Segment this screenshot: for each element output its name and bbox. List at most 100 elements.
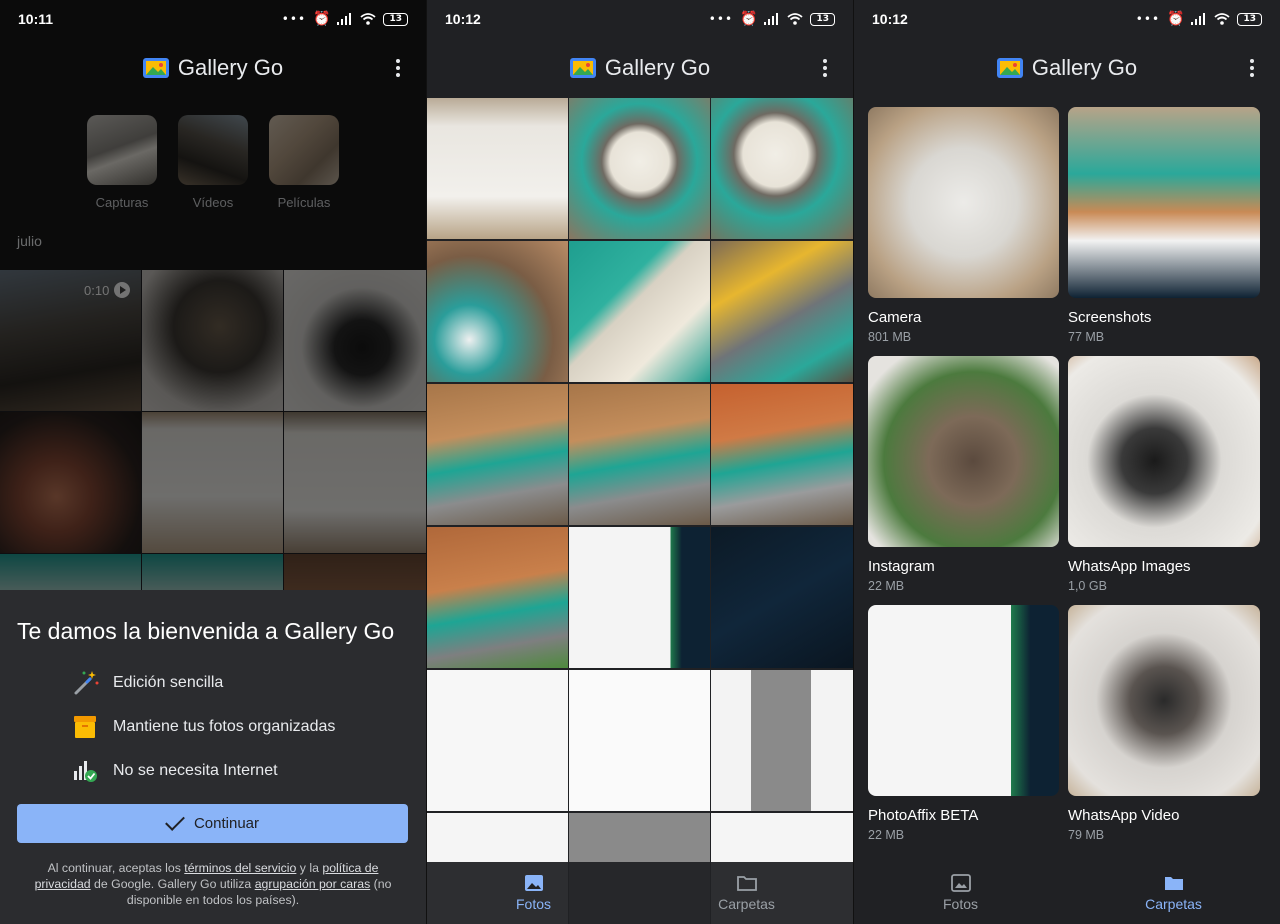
folder-icon [736,876,757,891]
status-time: 10:12 [445,11,481,27]
photo-thumbnail[interactable] [569,241,710,382]
screenshot-thumbnail[interactable] [569,527,710,668]
folder-whatsapp-images[interactable]: WhatsApp Images 1,0 GB [1068,356,1260,605]
category-thumbnail [178,115,248,185]
category-row: Capturas Vídeos Películas [0,115,426,210]
video-duration: 0:10 [84,282,131,298]
feature-organize: Mantiene tus fotos organizadas [17,713,409,740]
photo-thumbnail[interactable] [711,98,853,239]
continue-button[interactable]: Continuar [17,804,408,843]
photo-thumbnail[interactable] [569,384,710,525]
nav-photos-label: Fotos [515,896,551,912]
category-label: Películas [277,195,331,210]
more-options-icon[interactable] [388,58,408,78]
folder-name: Camera [868,309,922,326]
screenshot-thumbnail[interactable] [569,670,710,811]
photo-icon [524,875,543,891]
folder-instagram[interactable]: Instagram 22 MB [868,356,1059,605]
nav-photos-label: Fotos [942,896,978,912]
folder-thumbnail [868,605,1059,796]
folder-size: 79 MB [1068,828,1105,842]
app-title: Gallery Go [177,55,284,80]
screenshot-thumbnail[interactable] [427,670,568,811]
category-videos[interactable]: Vídeos [178,115,248,210]
photo-thumbnail[interactable] [0,412,141,553]
category-thumbnail [87,115,157,185]
continue-label: Continuar [193,815,260,832]
nav-photos[interactable]: Fotos [854,862,1067,924]
folder-photoaffix-beta[interactable]: PhotoAffix BETA 22 MB [868,605,1059,854]
alarm-icon: ⏰ [740,11,758,27]
photo-thumbnail[interactable] [142,412,283,553]
category-label: Vídeos [192,195,234,210]
folder-camera[interactable]: Camera 801 MB [868,107,1059,356]
more-options-icon[interactable] [815,58,835,78]
folder-screenshots[interactable]: Screenshots 77 MB [1068,107,1260,356]
category-capturas[interactable]: Capturas [87,115,157,210]
magic-wand-icon [74,671,99,695]
photo-thumbnail[interactable] [284,270,426,411]
folder-thumbnail [868,356,1059,547]
gallery-go-logo-icon [569,58,596,78]
terms-link[interactable]: términos del servicio [184,861,296,875]
face-grouping-link[interactable]: agrupación por caras [255,877,371,891]
legal-text-part: de Google. Gallery Go utiliza [90,877,255,891]
wifi-icon [787,13,804,25]
category-peliculas[interactable]: Películas [269,115,339,210]
screenshot-thumbnail[interactable] [711,670,853,811]
photo-thumbnail[interactable] [284,412,426,553]
more-notifications-icon: ••• [708,12,734,26]
nav-folders[interactable]: Carpetas [1067,862,1280,924]
status-time: 10:11 [18,11,54,27]
status-icons: ••• ⏰ 13 [282,11,408,27]
battery-icon: 13 [383,12,408,26]
photo-thumbnail[interactable] [711,241,853,382]
legal-text-part: Al continuar, aceptas los [47,861,185,875]
folder-name: Instagram [868,558,935,575]
app-bar: Gallery Go [854,38,1280,98]
status-icons: ••• ⏰ 13 [709,11,835,27]
legal-text: Al continuar, aceptas los términos del s… [30,860,396,908]
folder-size: 77 MB [1068,330,1105,344]
photo-thumbnail[interactable] [142,270,283,411]
photo-thumbnail[interactable] [427,384,568,525]
signal-icon [764,13,779,25]
video-thumbnail[interactable]: 0:10 [0,270,141,411]
category-label: Capturas [95,195,149,210]
legal-text-part: y la [296,861,323,875]
folder-name: Screenshots [1068,309,1152,326]
status-bar: 10:12 ••• ⏰ 13 [427,0,853,38]
gallery-go-logo-icon [996,58,1023,78]
status-bar: 10:11 ••• ⏰ 13 [0,0,426,38]
photo-thumbnail[interactable] [427,98,568,239]
month-header: julio [17,233,42,249]
map-screenshot-thumbnail[interactable] [711,527,853,668]
folder-size: 22 MB [868,579,905,593]
photo-thumbnail[interactable] [427,241,568,382]
status-time: 10:12 [872,11,908,27]
feature-text: No se necesita Internet [113,761,278,779]
photo-thumbnail[interactable] [569,98,710,239]
photo-thumbnail[interactable] [711,384,853,525]
app-bar: Gallery Go [0,38,426,98]
bottom-navigation: Fotos Carpetas [427,862,853,924]
wifi-icon [360,13,377,25]
organize-box-icon [74,716,96,738]
duration-text: 0:10 [84,282,110,298]
folder-icon [1164,877,1183,890]
signal-icon [1191,13,1206,25]
folders-screen: 10:12 ••• ⏰ 13 Gallery Go Camera 801 MB … [853,0,1280,924]
folder-whatsapp-video[interactable]: WhatsApp Video 79 MB [1068,605,1260,854]
more-options-icon[interactable] [1242,58,1262,78]
photo-thumbnail[interactable] [427,527,568,668]
status-bar: 10:12 ••• ⏰ 13 [854,0,1280,38]
nav-folders[interactable]: Carpetas [640,862,853,924]
app-bar: Gallery Go [427,38,853,98]
nav-photos[interactable]: Fotos [427,862,640,924]
folder-name: PhotoAffix BETA [868,807,979,824]
signal-icon [337,13,352,25]
folder-thumbnail [1068,107,1260,298]
folder-size: 1,0 GB [1068,579,1107,593]
check-icon [165,811,185,831]
folder-grid: Camera 801 MB Screenshots 77 MB Instagra… [868,107,1266,854]
